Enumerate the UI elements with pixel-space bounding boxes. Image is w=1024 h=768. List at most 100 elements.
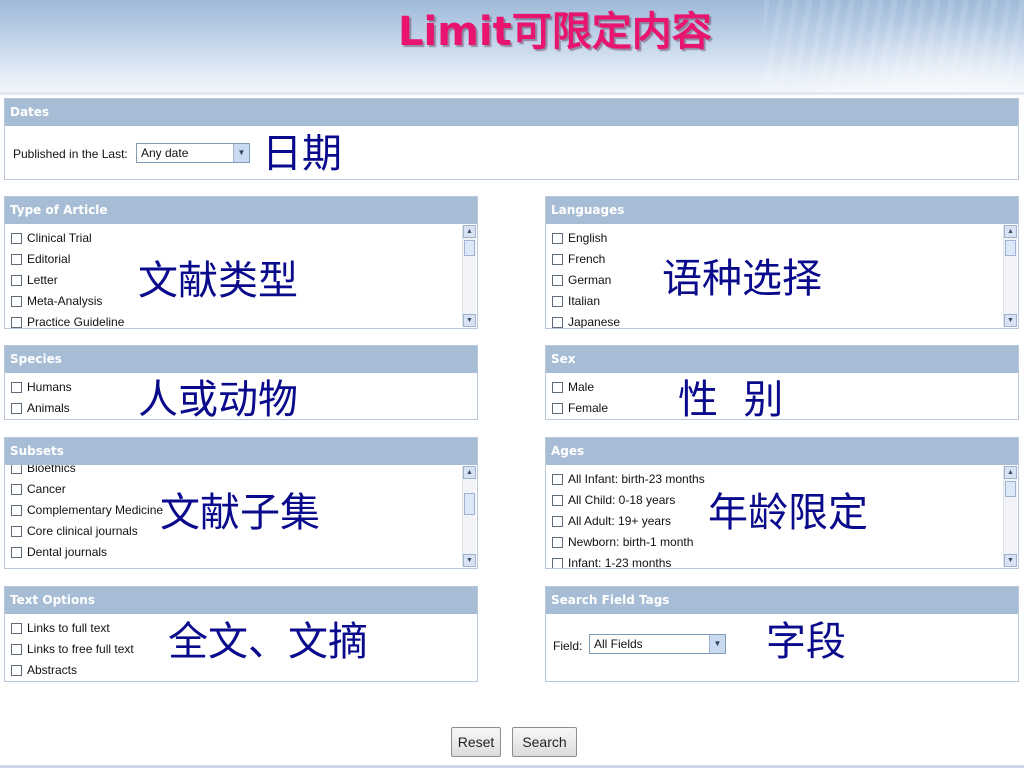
- checkbox-icon[interactable]: [11, 622, 22, 634]
- age-item-label: All Child: 0-18 years: [568, 493, 676, 507]
- age-item-label: Infant: 1-23 months: [568, 556, 672, 568]
- language-item-label: German: [568, 273, 612, 287]
- scroll-down-icon[interactable]: ▼: [463, 314, 476, 327]
- chevron-down-icon[interactable]: ▼: [233, 144, 249, 162]
- scroll-down-icon[interactable]: ▼: [1004, 554, 1017, 567]
- checkbox-icon[interactable]: [11, 643, 22, 655]
- list-item[interactable]: Newborn: birth-1 month: [552, 533, 693, 551]
- scrollbar-thumb[interactable]: [1005, 481, 1016, 497]
- scroll-up-icon[interactable]: ▲: [1004, 225, 1017, 238]
- scroll-up-icon[interactable]: ▲: [463, 225, 476, 238]
- field-select[interactable]: All Fields ▼: [589, 634, 726, 654]
- dates-panel: Dates Published in the Last: Any date ▼: [4, 98, 1019, 180]
- checkbox-icon[interactable]: [552, 515, 563, 527]
- checkbox-icon[interactable]: [11, 381, 22, 393]
- scrollbar-thumb[interactable]: [1005, 240, 1016, 256]
- checkbox-icon[interactable]: [11, 525, 22, 537]
- list-item[interactable]: Clinical Trial: [11, 229, 92, 247]
- list-item[interactable]: Links to free full text: [11, 640, 134, 658]
- checkbox-icon[interactable]: [552, 381, 563, 393]
- list-item[interactable]: Letter: [11, 271, 58, 289]
- scroll-up-icon[interactable]: ▲: [1004, 466, 1017, 479]
- subset-item-label: Complementary Medicine: [27, 503, 164, 517]
- list-item[interactable]: All Infant: birth-23 months: [552, 470, 705, 488]
- list-item[interactable]: Infant: 1-23 months: [552, 554, 671, 568]
- type-of-article-item-label: Meta-Analysis: [27, 294, 103, 308]
- checkbox-icon[interactable]: [11, 295, 22, 307]
- sex-annotation: 性 别: [678, 377, 784, 423]
- field-select-value: All Fields: [594, 637, 643, 651]
- slide-title: Limit可限定内容: [398, 9, 712, 55]
- checkbox-icon[interactable]: [552, 253, 563, 265]
- list-item[interactable]: English: [552, 229, 607, 247]
- ages-annotation: 年龄限定: [708, 490, 868, 536]
- list-item[interactable]: Female: [552, 399, 608, 417]
- list-item[interactable]: Meta-Analysis: [11, 292, 102, 310]
- languages-header: Languages: [546, 197, 1018, 224]
- checkbox-icon[interactable]: [11, 274, 22, 286]
- species-item-label: Animals: [27, 401, 70, 415]
- reset-button[interactable]: Reset: [451, 727, 501, 757]
- checkbox-icon[interactable]: [552, 557, 563, 568]
- checkbox-icon[interactable]: [552, 402, 563, 414]
- list-item[interactable]: Animals: [11, 399, 70, 417]
- type-of-article-item-label: Letter: [27, 273, 58, 287]
- list-item[interactable]: Core clinical journals: [11, 522, 138, 540]
- scrollbar[interactable]: ▲ ▼: [1003, 466, 1017, 567]
- list-item[interactable]: Bioethics: [11, 465, 76, 477]
- checkbox-icon[interactable]: [552, 232, 563, 244]
- header-divider: [0, 92, 1024, 95]
- subset-item-label: Dental journals: [27, 545, 108, 559]
- scroll-down-icon[interactable]: ▼: [1004, 314, 1017, 327]
- checkbox-icon[interactable]: [11, 546, 22, 558]
- list-item[interactable]: French: [552, 250, 605, 268]
- list-item[interactable]: Male: [552, 378, 594, 396]
- languages-annotation: 语种选择: [662, 256, 822, 302]
- scrollbar[interactable]: ▲ ▼: [462, 466, 476, 567]
- checkbox-icon[interactable]: [552, 473, 563, 485]
- list-item[interactable]: Links to full text: [11, 619, 110, 637]
- list-item[interactable]: German: [552, 271, 611, 289]
- checkbox-icon[interactable]: [11, 253, 22, 265]
- scrollbar-thumb[interactable]: [464, 240, 475, 256]
- checkbox-icon[interactable]: [552, 274, 563, 286]
- list-item[interactable]: Italian: [552, 292, 600, 310]
- sex-header: Sex: [546, 346, 1018, 373]
- checkbox-icon[interactable]: [11, 504, 22, 516]
- checkbox-icon[interactable]: [11, 465, 22, 474]
- checkbox-icon[interactable]: [552, 316, 563, 328]
- list-item[interactable]: Practice Guideline: [11, 313, 124, 328]
- sex-item-label: Male: [568, 380, 595, 394]
- checkbox-icon[interactable]: [552, 536, 563, 548]
- checkbox-icon[interactable]: [552, 494, 563, 506]
- scrollbar[interactable]: ▲ ▼: [462, 225, 476, 327]
- checkbox-icon[interactable]: [11, 664, 22, 676]
- scroll-up-icon[interactable]: ▲: [463, 466, 476, 479]
- scrollbar-thumb[interactable]: [464, 493, 475, 515]
- published-in-last-select[interactable]: Any date ▼: [136, 143, 250, 163]
- scroll-down-icon[interactable]: ▼: [463, 554, 476, 567]
- checkbox-icon[interactable]: [552, 295, 563, 307]
- text-option-item-label: Links to full text: [27, 621, 110, 635]
- checkbox-icon[interactable]: [11, 483, 22, 495]
- scrollbar[interactable]: ▲ ▼: [1003, 225, 1017, 327]
- subset-item-label: Cancer: [27, 482, 66, 496]
- list-item[interactable]: Humans: [11, 378, 72, 396]
- list-item[interactable]: Complementary Medicine: [11, 501, 163, 519]
- chevron-down-icon[interactable]: ▼: [709, 635, 725, 653]
- checkbox-icon[interactable]: [11, 316, 22, 328]
- checkbox-icon[interactable]: [11, 232, 22, 244]
- list-item[interactable]: Japanese: [552, 313, 620, 328]
- list-item[interactable]: Cancer: [11, 480, 66, 498]
- species-annotation: 人或动物: [138, 377, 298, 423]
- text-option-item-label: Links to free full text: [27, 642, 134, 656]
- list-item[interactable]: All Adult: 19+ years: [552, 512, 671, 530]
- search-button[interactable]: Search: [512, 727, 577, 757]
- checkbox-icon[interactable]: [11, 402, 22, 414]
- list-item[interactable]: Editorial: [11, 250, 70, 268]
- list-item[interactable]: Dental journals: [11, 543, 107, 561]
- list-item[interactable]: All Child: 0-18 years: [552, 491, 675, 509]
- text-options-annotation: 全文、文摘: [168, 619, 368, 665]
- list-item[interactable]: Abstracts: [11, 661, 77, 679]
- sex-item-label: Female: [568, 401, 609, 415]
